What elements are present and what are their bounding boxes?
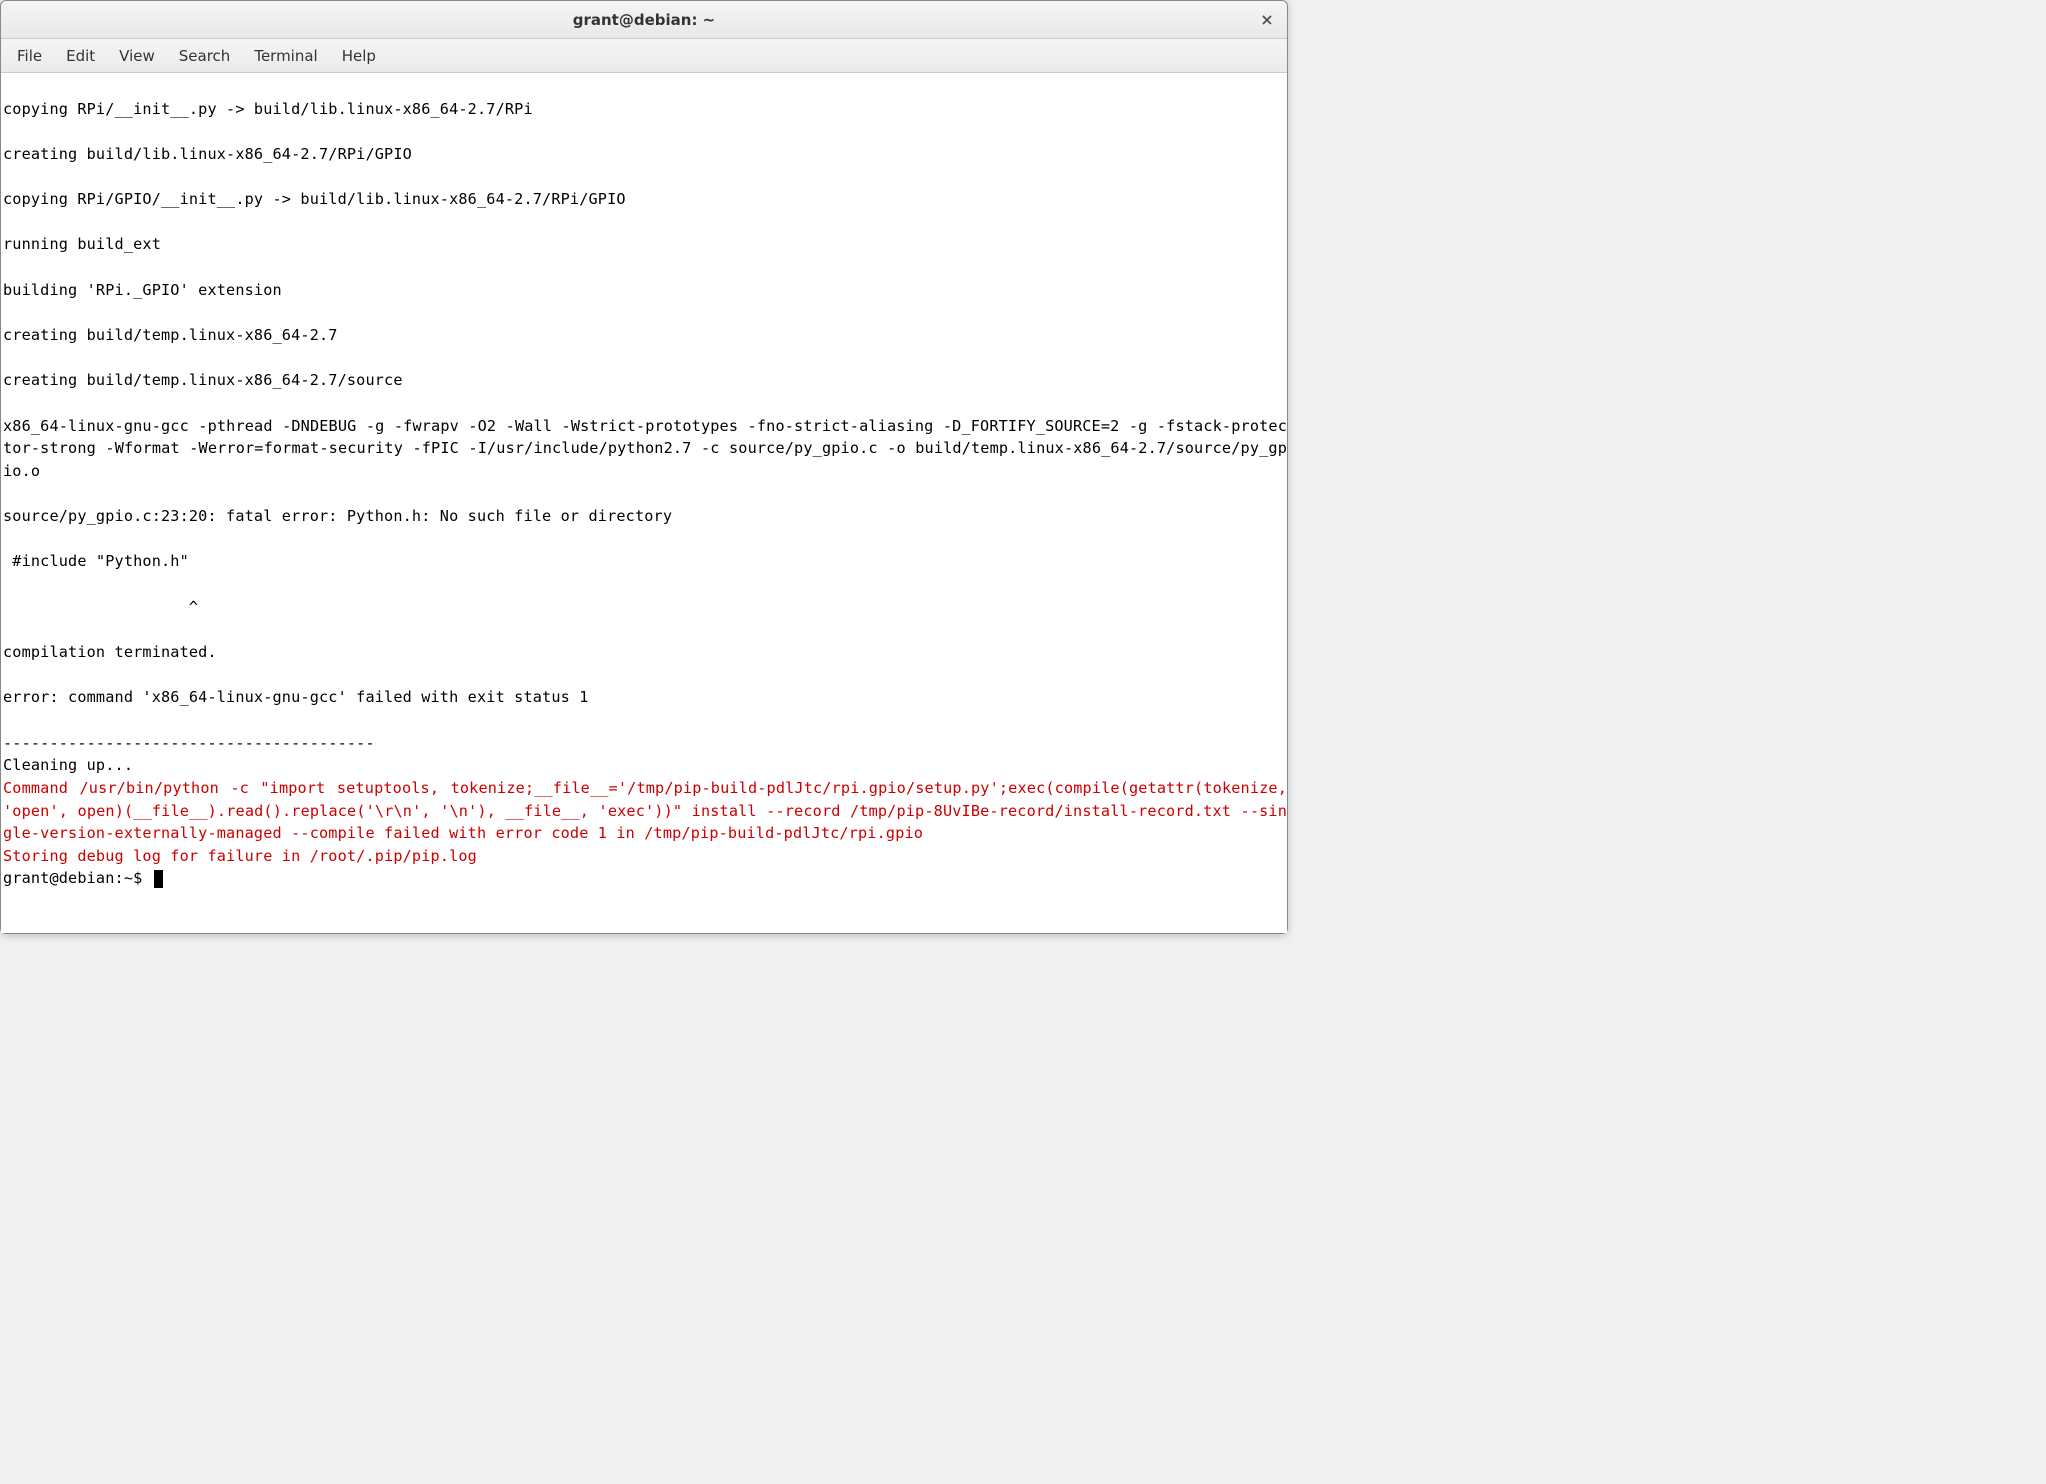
menu-edit[interactable]: Edit bbox=[54, 43, 107, 69]
menu-view[interactable]: View bbox=[107, 43, 167, 69]
cursor-icon bbox=[154, 870, 163, 888]
terminal-line bbox=[3, 75, 1287, 98]
window-title: grant@debian: ~ bbox=[573, 11, 716, 29]
terminal-line: Cleaning up... bbox=[3, 754, 1287, 777]
terminal-line bbox=[3, 483, 1287, 506]
close-button[interactable]: × bbox=[1257, 10, 1277, 30]
terminal-line: creating build/lib.linux-x86_64-2.7/RPi/… bbox=[3, 143, 1287, 166]
terminal-line bbox=[3, 211, 1287, 234]
terminal-line: creating build/temp.linux-x86_64-2.7 bbox=[3, 324, 1287, 347]
terminal-line: building 'RPi._GPIO' extension bbox=[3, 279, 1287, 302]
terminal-window: grant@debian: ~ × File Edit View Search … bbox=[0, 0, 1288, 934]
terminal-line: error: command 'x86_64-linux-gnu-gcc' fa… bbox=[3, 686, 1287, 709]
terminal-line: #include "Python.h" bbox=[3, 550, 1287, 573]
terminal-line bbox=[3, 166, 1287, 189]
menu-help[interactable]: Help bbox=[330, 43, 388, 69]
terminal-line: running build_ext bbox=[3, 233, 1287, 256]
prompt-text: grant@debian:~$ bbox=[3, 867, 152, 890]
terminal-line: ---------------------------------------- bbox=[3, 732, 1287, 755]
menu-file[interactable]: File bbox=[5, 43, 54, 69]
terminal-line: creating build/temp.linux-x86_64-2.7/sou… bbox=[3, 369, 1287, 392]
titlebar: grant@debian: ~ × bbox=[1, 1, 1287, 39]
terminal-line: x86_64-linux-gnu-gcc -pthread -DNDEBUG -… bbox=[3, 415, 1287, 483]
close-icon: × bbox=[1260, 10, 1273, 29]
terminal-line bbox=[3, 618, 1287, 641]
terminal-line: source/py_gpio.c:23:20: fatal error: Pyt… bbox=[3, 505, 1287, 528]
terminal-line bbox=[3, 347, 1287, 370]
terminal-output[interactable]: copying RPi/__init__.py -> build/lib.lin… bbox=[1, 73, 1287, 933]
terminal-line: compilation terminated. bbox=[3, 641, 1287, 664]
terminal-line bbox=[3, 573, 1287, 596]
terminal-line bbox=[3, 256, 1287, 279]
terminal-line: ^ bbox=[3, 596, 1287, 619]
terminal-line bbox=[3, 709, 1287, 732]
terminal-line bbox=[3, 392, 1287, 415]
terminal-line bbox=[3, 528, 1287, 551]
terminal-line bbox=[3, 664, 1287, 687]
menu-terminal[interactable]: Terminal bbox=[242, 43, 329, 69]
menubar: File Edit View Search Terminal Help bbox=[1, 39, 1287, 73]
menu-search[interactable]: Search bbox=[167, 43, 243, 69]
terminal-prompt[interactable]: grant@debian:~$ bbox=[3, 867, 1287, 890]
terminal-line: copying RPi/__init__.py -> build/lib.lin… bbox=[3, 98, 1287, 121]
terminal-line: Storing debug log for failure in /root/.… bbox=[3, 845, 1287, 868]
terminal-line: copying RPi/GPIO/__init__.py -> build/li… bbox=[3, 188, 1287, 211]
terminal-line bbox=[3, 120, 1287, 143]
terminal-line bbox=[3, 301, 1287, 324]
terminal-line: Command /usr/bin/python -c "import setup… bbox=[3, 777, 1287, 845]
